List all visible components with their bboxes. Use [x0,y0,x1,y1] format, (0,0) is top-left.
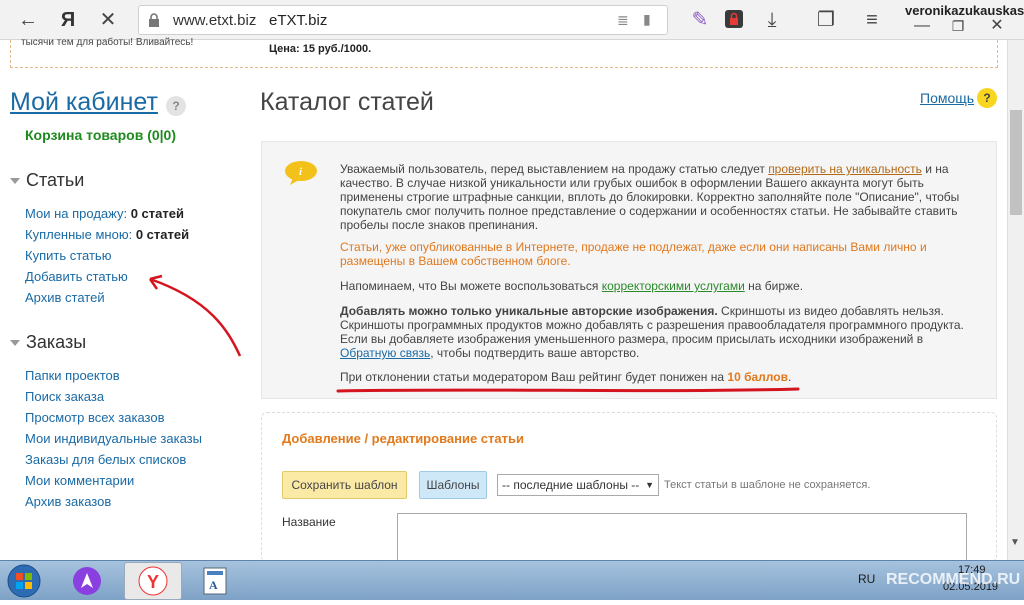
extension-lock-icon[interactable] [722,8,746,32]
help-badge-icon[interactable]: ? [166,96,186,116]
templates-button[interactable]: Шаблоны [419,471,487,499]
tabs-icon[interactable]: ❐ [814,8,838,32]
strip-left-text: тысячи тем для работы! Вливайтесь! [21,37,194,48]
info-paragraph-4: Добавлять можно только уникальные авторс… [340,304,964,360]
check-uniqueness-link[interactable]: проверить на уникальность [768,162,922,176]
red-underline-annotation [336,387,800,393]
svg-text:Y: Y [147,572,159,592]
article-name-input[interactable] [397,513,967,561]
lock-icon [149,13,159,27]
info-paragraph-3: Напоминаем, что Вы можете воспользоватьс… [340,279,804,293]
download-icon[interactable]: ⤓ [760,8,784,32]
info-notice-box: i Уважаемый пользователь, перед выставле… [261,141,997,399]
yandex-browser-task[interactable]: Y [124,562,182,600]
sidebar-item-all-orders[interactable]: Просмотр всех заказов [25,410,165,425]
page-scrollbar[interactable]: ▼ [1007,40,1024,560]
window-close-icon[interactable]: ✕ [985,14,1009,38]
wordpad-task[interactable]: A [190,562,240,600]
reader-mode-icon[interactable]: ≣ [617,12,629,29]
page-title: Каталог статей [260,88,434,116]
help-link[interactable]: Помощь [920,90,974,106]
sidebar-item-orders-archive[interactable]: Архив заказов [25,494,111,509]
info-paragraph-2: Статьи, уже опубликованные в Интернете, … [340,240,927,268]
help-badge-icon[interactable]: ? [977,88,997,108]
svg-text:A: A [209,578,218,592]
watermark: RECOMMEND.RU [886,571,1021,588]
sidebar-item-buy-article[interactable]: Купить статью [25,248,111,263]
sidebar-item-order-search[interactable]: Поиск заказа [25,389,104,404]
browser-toolbar: ← Я ✕ www.etxt.biz eTXT.biz ≣ ▮ ✎ ⤓ ❐ ≡ … [0,0,1024,40]
articles-heading[interactable]: Статьи [10,170,84,191]
sidebar-item-add-article[interactable]: Добавить статью [25,269,128,284]
dropdown-arrow-icon: ▼ [645,480,654,490]
proofreading-services-link[interactable]: корректорскими услугами [602,279,745,293]
yandex-logo-icon[interactable]: Я [56,8,80,32]
sidebar-item-individual-orders[interactable]: Мои индивидуальные заказы [25,431,202,446]
minimize-icon[interactable]: — [910,14,934,38]
back-arrow-icon[interactable]: ← [16,8,40,32]
red-annotation-arrow [148,274,242,357]
document-app-icon: A [203,567,227,595]
article-edit-form: Добавление / редактирование статьи Сохра… [261,412,997,562]
url-host: www.etxt.biz [173,12,257,29]
page-tab-title: eTXT.biz [269,12,328,29]
templates-select[interactable]: -- последние шаблоны -- ▼ [497,474,659,496]
collapse-triangle-icon [10,178,20,185]
bookmark-icon[interactable]: ▮ [643,11,651,28]
strip-price: Цена: 15 руб./1000. [269,43,372,55]
feedback-link[interactable]: Обратную связь [340,346,430,360]
sidebar-item-my-for-sale[interactable]: Мои на продажу: 0 статей [25,206,184,221]
scroll-down-icon[interactable]: ▼ [1010,537,1020,548]
menu-icon[interactable]: ≡ [860,8,884,32]
address-bar[interactable]: www.etxt.biz eTXT.biz ≣ ▮ [138,5,668,35]
save-template-button[interactable]: Сохранить шаблон [282,471,407,499]
yandex-browser-icon: Y [138,566,168,596]
restore-icon[interactable]: ❐ [946,14,970,38]
close-icon[interactable]: ✕ [96,8,120,32]
sidebar-item-whitelist-orders[interactable]: Заказы для белых списков [25,452,186,467]
info-paragraph-5: При отклонении статьи модератором Ваш ре… [340,370,792,384]
alice-icon [73,567,101,595]
template-note: Текст статьи в шаблоне не сохраняется. [664,479,871,491]
form-title: Добавление / редактирование статьи [282,431,524,446]
sidebar-item-article-archive[interactable]: Архив статей [25,290,105,305]
windows-taskbar: Y A RU 17:49 02.05.2019 RECOMMEND.RU [0,560,1024,600]
top-info-strip: тысячи тем для работы! Вливайтесь! Цена:… [10,37,998,68]
cart-link[interactable]: Корзина товаров (0|0) [25,127,176,143]
sidebar-item-my-comments[interactable]: Мои комментарии [25,473,134,488]
orders-heading[interactable]: Заказы [10,332,86,353]
info-bubble-icon: i [285,161,317,185]
scrollbar-thumb[interactable] [1010,110,1022,215]
language-indicator[interactable]: RU [858,572,875,586]
start-button[interactable] [4,562,48,600]
collapse-triangle-icon [10,340,20,347]
sidebar-item-purchased[interactable]: Купленные мною: 0 статей [25,227,189,242]
my-cabinet-link[interactable]: Мой кабинет [10,88,158,117]
sidebar-item-project-folders[interactable]: Папки проектов [25,368,120,383]
alice-app-button[interactable] [62,562,112,600]
windows-logo-icon [7,564,41,598]
info-paragraph-1: Уважаемый пользователь, перед выставлени… [340,162,960,232]
pen-icon[interactable]: ✎ [688,8,712,32]
name-label: Название [282,515,336,529]
